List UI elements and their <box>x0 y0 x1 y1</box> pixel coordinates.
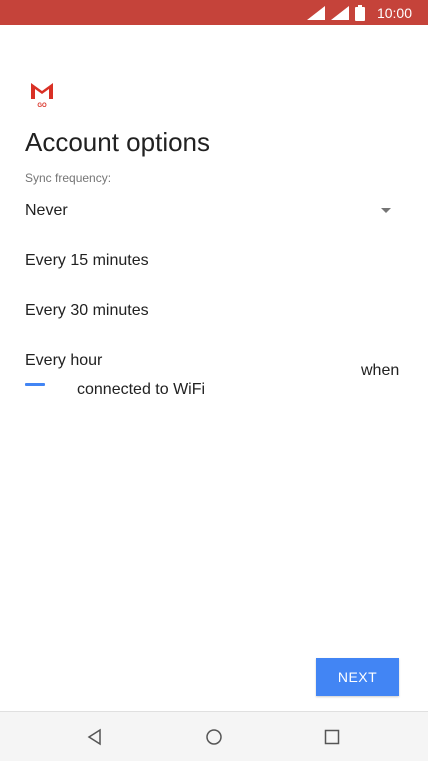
logo-text: GO <box>37 103 47 109</box>
sync-frequency-label: Sync frequency: <box>25 171 112 185</box>
next-button[interactable]: NEXT <box>316 658 399 696</box>
gmail-go-logo-icon: GO <box>31 83 53 109</box>
back-icon[interactable] <box>84 726 106 748</box>
sync-frequency-dropdown[interactable]: Never <box>25 198 395 226</box>
status-bar: 10:00 <box>0 0 428 25</box>
navigation-bar <box>0 711 428 761</box>
option-every-15-minutes[interactable]: Every 15 minutes <box>25 252 149 270</box>
recents-icon[interactable] <box>321 726 343 748</box>
page-title: Account options <box>25 127 211 157</box>
home-icon[interactable] <box>203 726 225 748</box>
option-every-hour[interactable]: Every hour <box>25 352 102 370</box>
status-icons: 10:00 <box>306 0 412 25</box>
dropdown-selected-value: Never <box>25 202 68 219</box>
chevron-down-icon <box>381 208 391 213</box>
option-every-30-minutes[interactable]: Every 30 minutes <box>25 302 149 320</box>
cell-signal-icon <box>330 5 349 20</box>
battery-icon <box>354 4 365 21</box>
wifi-signal-icon <box>306 5 325 20</box>
wifi-checkbox[interactable] <box>25 383 45 386</box>
status-time: 10:00 <box>376 4 412 21</box>
background-text-wifi: connected to WiFi <box>77 381 206 398</box>
background-text-when: when <box>361 362 400 379</box>
